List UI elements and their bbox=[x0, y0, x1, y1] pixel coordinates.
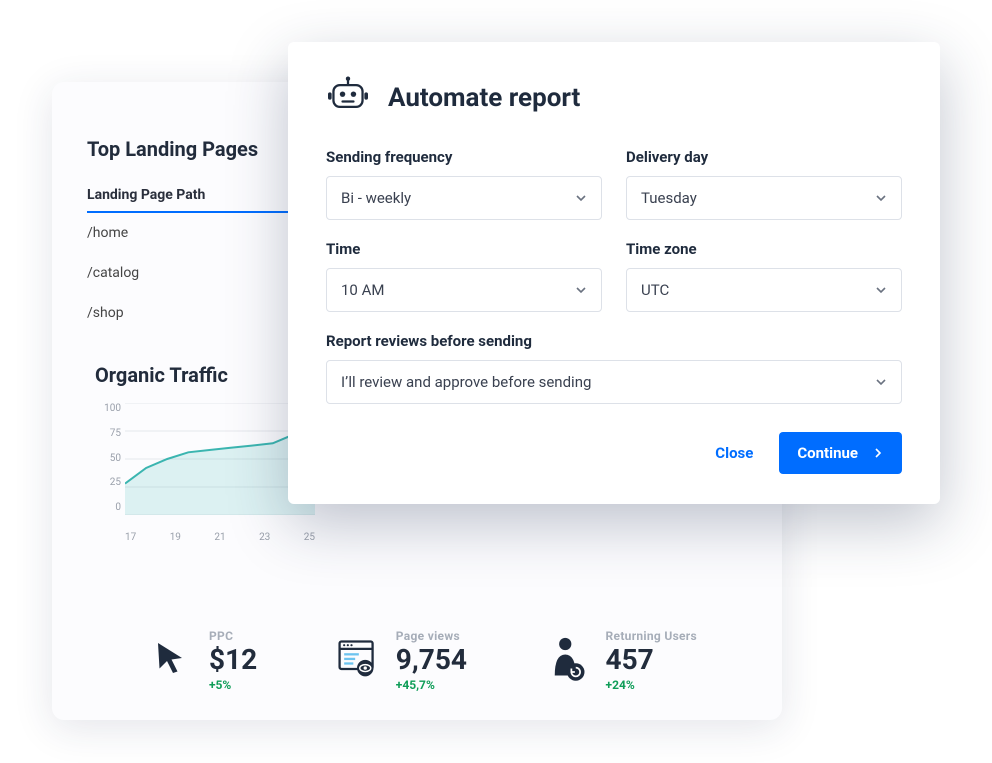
chart-area bbox=[125, 432, 315, 515]
y-tick: 0 bbox=[93, 502, 121, 513]
chevron-down-icon bbox=[575, 192, 587, 204]
metric-ppc: PPC $12 +5% bbox=[147, 629, 257, 692]
label-time: Time bbox=[326, 240, 602, 258]
chevron-down-icon bbox=[875, 284, 887, 296]
metric-pageviews: Page views 9,754 +45,7% bbox=[334, 629, 467, 692]
y-tick: 100 bbox=[93, 403, 121, 414]
metric-returning-users: Returning Users 457 +24% bbox=[544, 629, 697, 692]
chevron-down-icon bbox=[875, 376, 887, 388]
field-review: Report reviews before sending I’ll revie… bbox=[326, 332, 902, 404]
automate-report-modal: Automate report Sending frequency Bi - w… bbox=[288, 42, 940, 504]
metric-label: Returning Users bbox=[606, 629, 697, 643]
robot-icon bbox=[326, 76, 370, 120]
select-value: Tuesday bbox=[641, 189, 697, 207]
continue-button-label: Continue bbox=[797, 444, 858, 462]
cursor-icon bbox=[147, 635, 193, 681]
metric-value: $12 bbox=[209, 645, 257, 676]
metric-label: Page views bbox=[396, 629, 467, 643]
select-frequency[interactable]: Bi - weekly bbox=[326, 176, 602, 220]
field-time: Time 10 AM bbox=[326, 240, 602, 312]
chevron-down-icon bbox=[875, 192, 887, 204]
y-tick: 25 bbox=[93, 477, 121, 488]
continue-button[interactable]: Continue bbox=[779, 432, 902, 474]
select-value: I’ll review and approve before sending bbox=[341, 373, 591, 391]
modal-title: Automate report bbox=[388, 83, 580, 113]
x-tick: 19 bbox=[170, 532, 181, 543]
x-tick: 25 bbox=[304, 532, 315, 543]
modal-form: Sending frequency Bi - weekly Delivery d… bbox=[326, 148, 902, 404]
field-delivery-day: Delivery day Tuesday bbox=[626, 148, 902, 220]
metric-delta: +45,7% bbox=[396, 678, 467, 692]
select-delivery-day[interactable]: Tuesday bbox=[626, 176, 902, 220]
chart-plot bbox=[125, 403, 315, 515]
page-eye-icon bbox=[334, 635, 380, 681]
select-value: Bi - weekly bbox=[341, 189, 411, 207]
y-tick: 50 bbox=[93, 453, 121, 464]
chevron-right-icon bbox=[872, 447, 884, 459]
metric-value: 457 bbox=[606, 645, 697, 676]
select-review[interactable]: I’ll review and approve before sending bbox=[326, 360, 902, 404]
field-timezone: Time zone UTC bbox=[626, 240, 902, 312]
metric-label: PPC bbox=[209, 629, 257, 643]
chevron-down-icon bbox=[575, 284, 587, 296]
field-frequency: Sending frequency Bi - weekly bbox=[326, 148, 602, 220]
x-tick: 23 bbox=[259, 532, 270, 543]
label-timezone: Time zone bbox=[626, 240, 902, 258]
select-time[interactable]: 10 AM bbox=[326, 268, 602, 312]
x-tick: 17 bbox=[125, 532, 136, 543]
metrics-row: PPC $12 +5% Page vie bbox=[87, 629, 747, 692]
modal-header: Automate report bbox=[326, 76, 902, 120]
metric-delta: +5% bbox=[209, 678, 257, 692]
metric-delta: +24% bbox=[606, 678, 697, 692]
modal-footer: Close Continue bbox=[326, 432, 902, 474]
label-delivery-day: Delivery day bbox=[626, 148, 902, 166]
select-value: 10 AM bbox=[341, 281, 384, 299]
select-value: UTC bbox=[641, 281, 669, 299]
chart-x-axis: 17 19 21 23 25 bbox=[125, 532, 315, 543]
close-button[interactable]: Close bbox=[711, 436, 757, 470]
y-tick: 75 bbox=[93, 428, 121, 439]
select-timezone[interactable]: UTC bbox=[626, 268, 902, 312]
user-return-icon bbox=[544, 635, 590, 681]
label-frequency: Sending frequency bbox=[326, 148, 602, 166]
chart-y-axis: 100 75 50 25 0 bbox=[93, 403, 121, 513]
label-review: Report reviews before sending bbox=[326, 332, 902, 350]
metric-value: 9,754 bbox=[396, 645, 467, 676]
x-tick: 21 bbox=[214, 532, 225, 543]
